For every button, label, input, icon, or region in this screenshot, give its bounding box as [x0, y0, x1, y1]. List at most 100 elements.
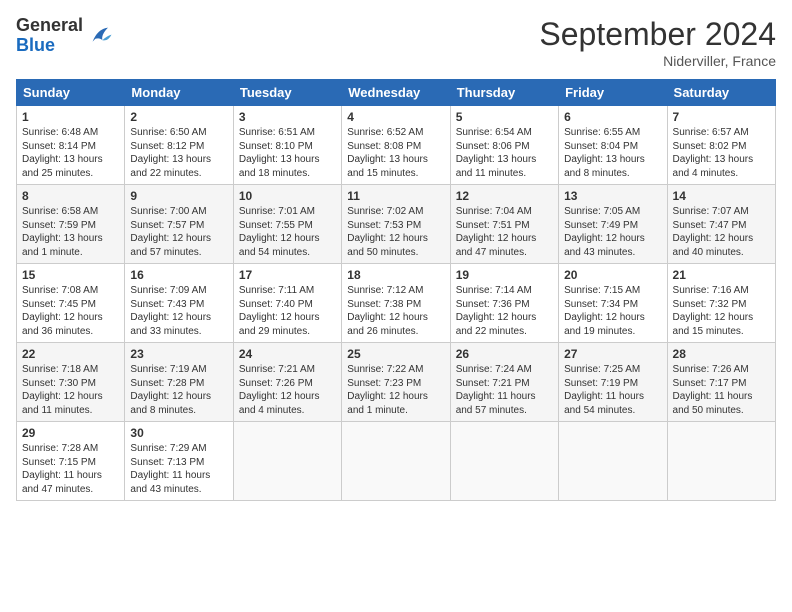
day-detail: Daylight: 12 hours — [130, 232, 227, 246]
day-detail: Sunrise: 7:09 AM — [130, 284, 227, 298]
day-detail: Sunset: 7:26 PM — [239, 377, 336, 391]
day-detail: Sunset: 7:15 PM — [22, 456, 119, 470]
day-detail: Sunset: 7:34 PM — [564, 298, 661, 312]
day-detail: Sunrise: 7:00 AM — [130, 205, 227, 219]
day-detail: Sunset: 7:40 PM — [239, 298, 336, 312]
day-detail: Sunset: 7:19 PM — [564, 377, 661, 391]
day-number: 21 — [673, 268, 770, 282]
day-number: 23 — [130, 347, 227, 361]
day-detail: Sunset: 7:51 PM — [456, 219, 553, 233]
table-row: 20Sunrise: 7:15 AMSunset: 7:34 PMDayligh… — [559, 264, 667, 343]
day-number: 30 — [130, 426, 227, 440]
day-detail: and 11 minutes. — [456, 167, 553, 181]
logo-general: General — [16, 16, 83, 36]
day-detail: Sunrise: 7:16 AM — [673, 284, 770, 298]
table-row: 30Sunrise: 7:29 AMSunset: 7:13 PMDayligh… — [125, 422, 233, 501]
day-detail: Sunrise: 6:58 AM — [22, 205, 119, 219]
table-row: 2Sunrise: 6:50 AMSunset: 8:12 PMDaylight… — [125, 106, 233, 185]
day-detail: and 43 minutes. — [564, 246, 661, 260]
table-row: 9Sunrise: 7:00 AMSunset: 7:57 PMDaylight… — [125, 185, 233, 264]
day-detail: and 15 minutes. — [347, 167, 444, 181]
day-detail: Daylight: 12 hours — [564, 311, 661, 325]
day-detail: Daylight: 13 hours — [456, 153, 553, 167]
table-row: 21Sunrise: 7:16 AMSunset: 7:32 PMDayligh… — [667, 264, 775, 343]
day-detail: Sunrise: 6:57 AM — [673, 126, 770, 140]
table-row: 24Sunrise: 7:21 AMSunset: 7:26 PMDayligh… — [233, 343, 341, 422]
day-detail: Sunrise: 7:29 AM — [130, 442, 227, 456]
day-detail: Sunset: 7:43 PM — [130, 298, 227, 312]
day-detail: Sunrise: 7:05 AM — [564, 205, 661, 219]
col-thursday: Thursday — [450, 80, 558, 106]
day-number: 11 — [347, 189, 444, 203]
table-row: 11Sunrise: 7:02 AMSunset: 7:53 PMDayligh… — [342, 185, 450, 264]
table-row: 13Sunrise: 7:05 AMSunset: 7:49 PMDayligh… — [559, 185, 667, 264]
day-number: 2 — [130, 110, 227, 124]
day-detail: Sunset: 8:04 PM — [564, 140, 661, 154]
day-detail: Sunrise: 7:24 AM — [456, 363, 553, 377]
day-detail: Sunset: 7:53 PM — [347, 219, 444, 233]
day-detail: Daylight: 11 hours — [564, 390, 661, 404]
table-row: 25Sunrise: 7:22 AMSunset: 7:23 PMDayligh… — [342, 343, 450, 422]
day-detail: Sunrise: 6:51 AM — [239, 126, 336, 140]
day-detail: Sunset: 8:02 PM — [673, 140, 770, 154]
table-row: 15Sunrise: 7:08 AMSunset: 7:45 PMDayligh… — [17, 264, 125, 343]
logo-text: General Blue — [16, 16, 83, 56]
day-detail: and 22 minutes. — [456, 325, 553, 339]
table-row — [450, 422, 558, 501]
day-number: 7 — [673, 110, 770, 124]
day-detail: Sunset: 7:36 PM — [456, 298, 553, 312]
day-detail: Sunset: 7:47 PM — [673, 219, 770, 233]
day-detail: Sunrise: 6:55 AM — [564, 126, 661, 140]
table-row: 26Sunrise: 7:24 AMSunset: 7:21 PMDayligh… — [450, 343, 558, 422]
table-row: 23Sunrise: 7:19 AMSunset: 7:28 PMDayligh… — [125, 343, 233, 422]
table-row: 17Sunrise: 7:11 AMSunset: 7:40 PMDayligh… — [233, 264, 341, 343]
day-number: 10 — [239, 189, 336, 203]
day-number: 29 — [22, 426, 119, 440]
day-number: 24 — [239, 347, 336, 361]
header: General Blue September 2024 Niderviller,… — [16, 16, 776, 69]
day-detail: Sunrise: 7:28 AM — [22, 442, 119, 456]
day-detail: and 50 minutes. — [673, 404, 770, 418]
day-detail: Sunrise: 7:21 AM — [239, 363, 336, 377]
day-detail: Daylight: 12 hours — [673, 311, 770, 325]
day-detail: and 47 minutes. — [456, 246, 553, 260]
table-row — [559, 422, 667, 501]
logo-bird-icon — [87, 22, 115, 50]
col-tuesday: Tuesday — [233, 80, 341, 106]
day-detail: and 40 minutes. — [673, 246, 770, 260]
day-number: 13 — [564, 189, 661, 203]
day-number: 16 — [130, 268, 227, 282]
day-detail: Sunset: 8:06 PM — [456, 140, 553, 154]
day-detail: Sunset: 7:17 PM — [673, 377, 770, 391]
day-detail: Sunset: 7:49 PM — [564, 219, 661, 233]
day-detail: Daylight: 13 hours — [239, 153, 336, 167]
table-row: 29Sunrise: 7:28 AMSunset: 7:15 PMDayligh… — [17, 422, 125, 501]
day-detail: Sunrise: 7:26 AM — [673, 363, 770, 377]
day-detail: Sunrise: 7:18 AM — [22, 363, 119, 377]
day-detail: Sunrise: 7:04 AM — [456, 205, 553, 219]
day-detail: Daylight: 12 hours — [673, 232, 770, 246]
day-number: 14 — [673, 189, 770, 203]
calendar-body: 1Sunrise: 6:48 AMSunset: 8:14 PMDaylight… — [17, 106, 776, 501]
day-detail: and 8 minutes. — [564, 167, 661, 181]
day-detail: Daylight: 11 hours — [673, 390, 770, 404]
day-detail: Sunset: 7:23 PM — [347, 377, 444, 391]
day-detail: Sunrise: 6:52 AM — [347, 126, 444, 140]
day-detail: Sunrise: 7:22 AM — [347, 363, 444, 377]
day-detail: Daylight: 13 hours — [22, 153, 119, 167]
day-detail: Daylight: 11 hours — [456, 390, 553, 404]
day-detail: Daylight: 12 hours — [130, 311, 227, 325]
day-detail: and 1 minute. — [22, 246, 119, 260]
day-number: 12 — [456, 189, 553, 203]
location: Niderviller, France — [539, 53, 776, 69]
day-detail: Daylight: 12 hours — [239, 232, 336, 246]
day-detail: and 19 minutes. — [564, 325, 661, 339]
day-detail: Sunrise: 7:02 AM — [347, 205, 444, 219]
day-detail: and 25 minutes. — [22, 167, 119, 181]
day-detail: Daylight: 11 hours — [130, 469, 227, 483]
day-detail: Sunset: 7:59 PM — [22, 219, 119, 233]
col-saturday: Saturday — [667, 80, 775, 106]
day-detail: Daylight: 12 hours — [347, 311, 444, 325]
day-number: 22 — [22, 347, 119, 361]
day-number: 20 — [564, 268, 661, 282]
